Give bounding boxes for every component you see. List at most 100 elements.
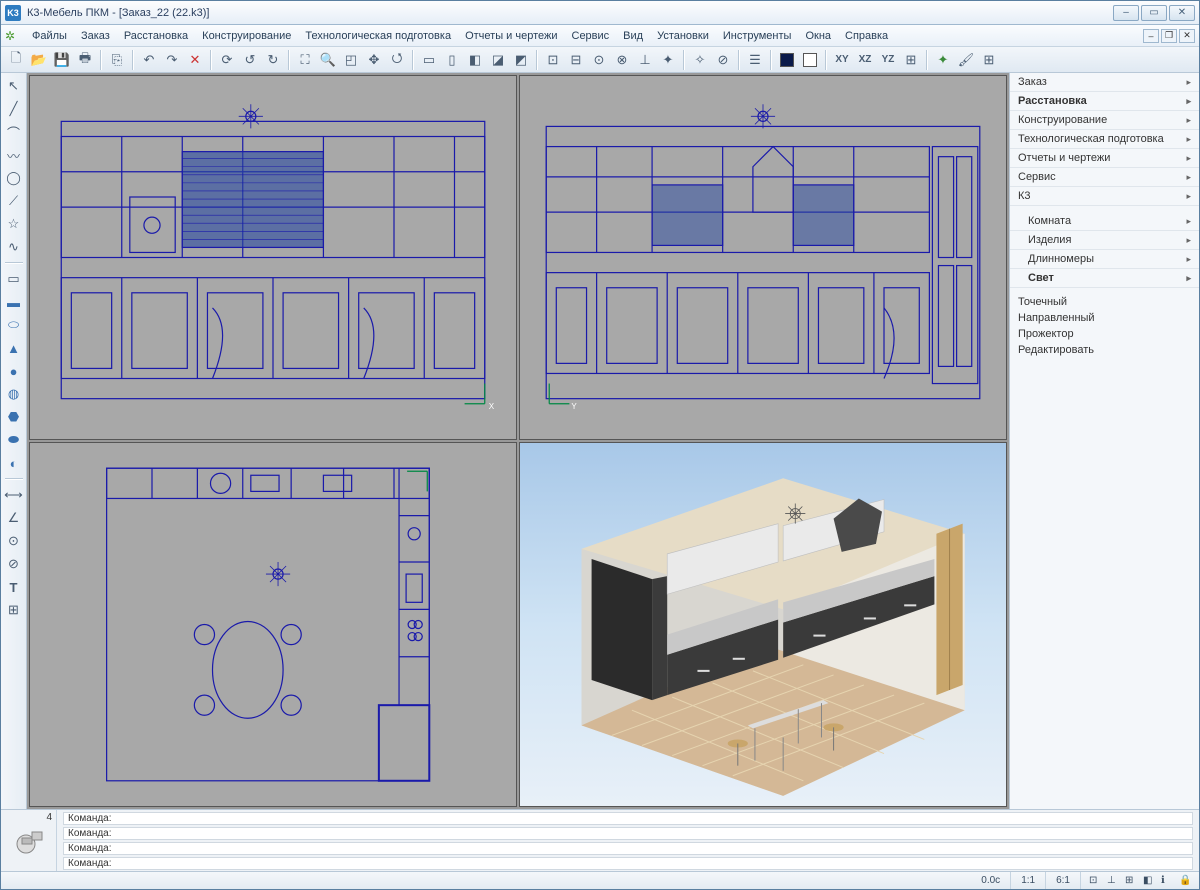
viewport-3d-render[interactable] [519, 442, 1007, 807]
command-line[interactable]: Команда: [63, 842, 1193, 855]
menu-help[interactable]: Справка [838, 27, 895, 45]
cone-icon[interactable]: ▲ [3, 337, 25, 359]
menu-files[interactable]: Файлы [25, 27, 74, 45]
menu-view[interactable]: Вид [616, 27, 650, 45]
panel-item-construct[interactable]: Конструирование▸ [1010, 111, 1199, 130]
layers-icon[interactable]: ☰ [744, 49, 766, 71]
dimension-icon[interactable]: ⟷ [3, 484, 25, 506]
circle-icon[interactable]: ◯ [3, 167, 25, 189]
panel-item-k3[interactable]: К3▸ [1010, 187, 1199, 206]
cylinder-icon[interactable]: ⬭ [3, 314, 25, 336]
menu-reports[interactable]: Отчеты и чертежи [458, 27, 564, 45]
axis-yz-button[interactable]: YZ [877, 49, 899, 71]
panel-item-products[interactable]: Изделия▸ [1010, 231, 1199, 250]
undo-icon[interactable]: ↶ [138, 49, 160, 71]
rect-icon[interactable]: ▭ [3, 268, 25, 290]
diameter-dim-icon[interactable]: ⊘ [3, 553, 25, 575]
save-file-icon[interactable]: 💾 [51, 49, 73, 71]
minimize-button[interactable]: – [1113, 5, 1139, 21]
new-file-icon[interactable]: 🗋 [5, 49, 27, 71]
color-swatch-navy[interactable] [776, 49, 798, 71]
panel-item-long-items[interactable]: Длинномеры▸ [1010, 250, 1199, 269]
doc-restore-button[interactable]: ❐ [1161, 29, 1177, 43]
snap-node-icon[interactable]: ✦ [657, 49, 679, 71]
menu-tools[interactable]: Инструменты [716, 27, 799, 45]
polyline-icon[interactable]: ⟋ [3, 190, 25, 212]
coord-icon[interactable]: ⊞ [900, 49, 922, 71]
status-grid-icon[interactable]: ⊞ [1125, 875, 1137, 887]
snap-center-icon[interactable]: ⊙ [588, 49, 610, 71]
menu-windows[interactable]: Окна [798, 27, 838, 45]
properties-icon[interactable]: ⊞ [978, 49, 1000, 71]
doc-minimize-button[interactable]: – [1143, 29, 1159, 43]
panel-item-tech[interactable]: Технологическая подготовка▸ [1010, 130, 1199, 149]
status-snap-icon[interactable]: ⊡ [1089, 875, 1101, 887]
prism-icon[interactable]: ⬣ [3, 406, 25, 428]
menu-order[interactable]: Заказ [74, 27, 117, 45]
copy-icon[interactable]: ⎘ [106, 49, 128, 71]
doc-close-button[interactable]: ✕ [1179, 29, 1195, 43]
orbit-icon[interactable]: ⭯ [386, 49, 408, 71]
grid-icon[interactable]: ⊞ [3, 599, 25, 621]
view-front-icon[interactable]: ▯ [441, 49, 463, 71]
status-lock-icon[interactable]: 🔒 [1179, 875, 1191, 887]
lens-icon[interactable]: ◐ [3, 452, 25, 474]
sphere-icon[interactable]: ● [3, 360, 25, 382]
status-ortho-icon[interactable]: ⊥ [1107, 875, 1119, 887]
select-icon[interactable]: ↖ [3, 75, 25, 97]
box-icon[interactable]: ▬ [3, 291, 25, 313]
angle-dim-icon[interactable]: ∠ [3, 507, 25, 529]
command-line[interactable]: Команда: [63, 827, 1193, 840]
command-line[interactable]: Команда: [63, 812, 1193, 825]
color-swatch-white[interactable] [799, 49, 821, 71]
zoom-window-icon[interactable]: ◰ [340, 49, 362, 71]
panel-item-room[interactable]: Комната▸ [1010, 212, 1199, 231]
snap-perp-icon[interactable]: ⊥ [634, 49, 656, 71]
panel-action-point-light[interactable]: Точечный [1010, 294, 1199, 310]
refresh-icon[interactable]: ⟳ [216, 49, 238, 71]
viewport-front[interactable]: X [29, 75, 517, 440]
cancel-icon[interactable]: ✕ [184, 49, 206, 71]
rotate-right-icon[interactable]: ↻ [262, 49, 284, 71]
panel-action-spotlight[interactable]: Прожектор [1010, 326, 1199, 342]
view-persp-icon[interactable]: ◩ [510, 49, 532, 71]
maximize-button[interactable]: ▭ [1141, 5, 1167, 21]
view-top-icon[interactable]: ▭ [418, 49, 440, 71]
zoom-in-icon[interactable]: 🔍 [317, 49, 339, 71]
material-icon[interactable]: 🖌 [955, 49, 977, 71]
panel-action-edit[interactable]: Редактировать [1010, 342, 1199, 358]
panel-item-reports[interactable]: Отчеты и чертежи▸ [1010, 149, 1199, 168]
status-layer-icon[interactable]: ◧ [1143, 875, 1155, 887]
menu-placement[interactable]: Расстановка [117, 27, 195, 45]
curve-icon[interactable]: 〰 [3, 144, 25, 166]
ellipsoid-icon[interactable]: ⬬ [3, 429, 25, 451]
panel-item-service[interactable]: Сервис▸ [1010, 168, 1199, 187]
print-icon[interactable]: 🖶 [74, 49, 96, 71]
pan-icon[interactable]: ✥ [363, 49, 385, 71]
panel-action-directional-light[interactable]: Направленный [1010, 310, 1199, 326]
command-line[interactable]: Команда: [63, 857, 1193, 870]
spline-icon[interactable]: ∿ [3, 236, 25, 258]
menu-construct[interactable]: Конструирование [195, 27, 298, 45]
hide-icon[interactable]: ⊘ [712, 49, 734, 71]
view-iso-icon[interactable]: ◪ [487, 49, 509, 71]
star-icon[interactable]: ☆ [3, 213, 25, 235]
axis-xy-button[interactable]: XY [831, 49, 853, 71]
panel-item-light[interactable]: Свет▸ [1010, 269, 1199, 288]
panel-item-order[interactable]: Заказ▸ [1010, 73, 1199, 92]
snap-mid-icon[interactable]: ⊟ [565, 49, 587, 71]
rotate-left-icon[interactable]: ↺ [239, 49, 261, 71]
open-file-icon[interactable]: 📂 [28, 49, 50, 71]
close-button[interactable]: ✕ [1169, 5, 1195, 21]
menu-settings[interactable]: Установки [650, 27, 716, 45]
explode-icon[interactable]: ✧ [689, 49, 711, 71]
menu-service[interactable]: Сервис [565, 27, 617, 45]
radius-dim-icon[interactable]: ⊙ [3, 530, 25, 552]
text-icon[interactable]: T [3, 576, 25, 598]
line-icon[interactable]: ╱ [3, 98, 25, 120]
torus-icon[interactable]: ◍ [3, 383, 25, 405]
arc-icon[interactable]: ⌒ [3, 121, 25, 143]
redo-icon[interactable]: ↷ [161, 49, 183, 71]
axis-xz-button[interactable]: XZ [854, 49, 876, 71]
render-icon[interactable]: ✦ [932, 49, 954, 71]
